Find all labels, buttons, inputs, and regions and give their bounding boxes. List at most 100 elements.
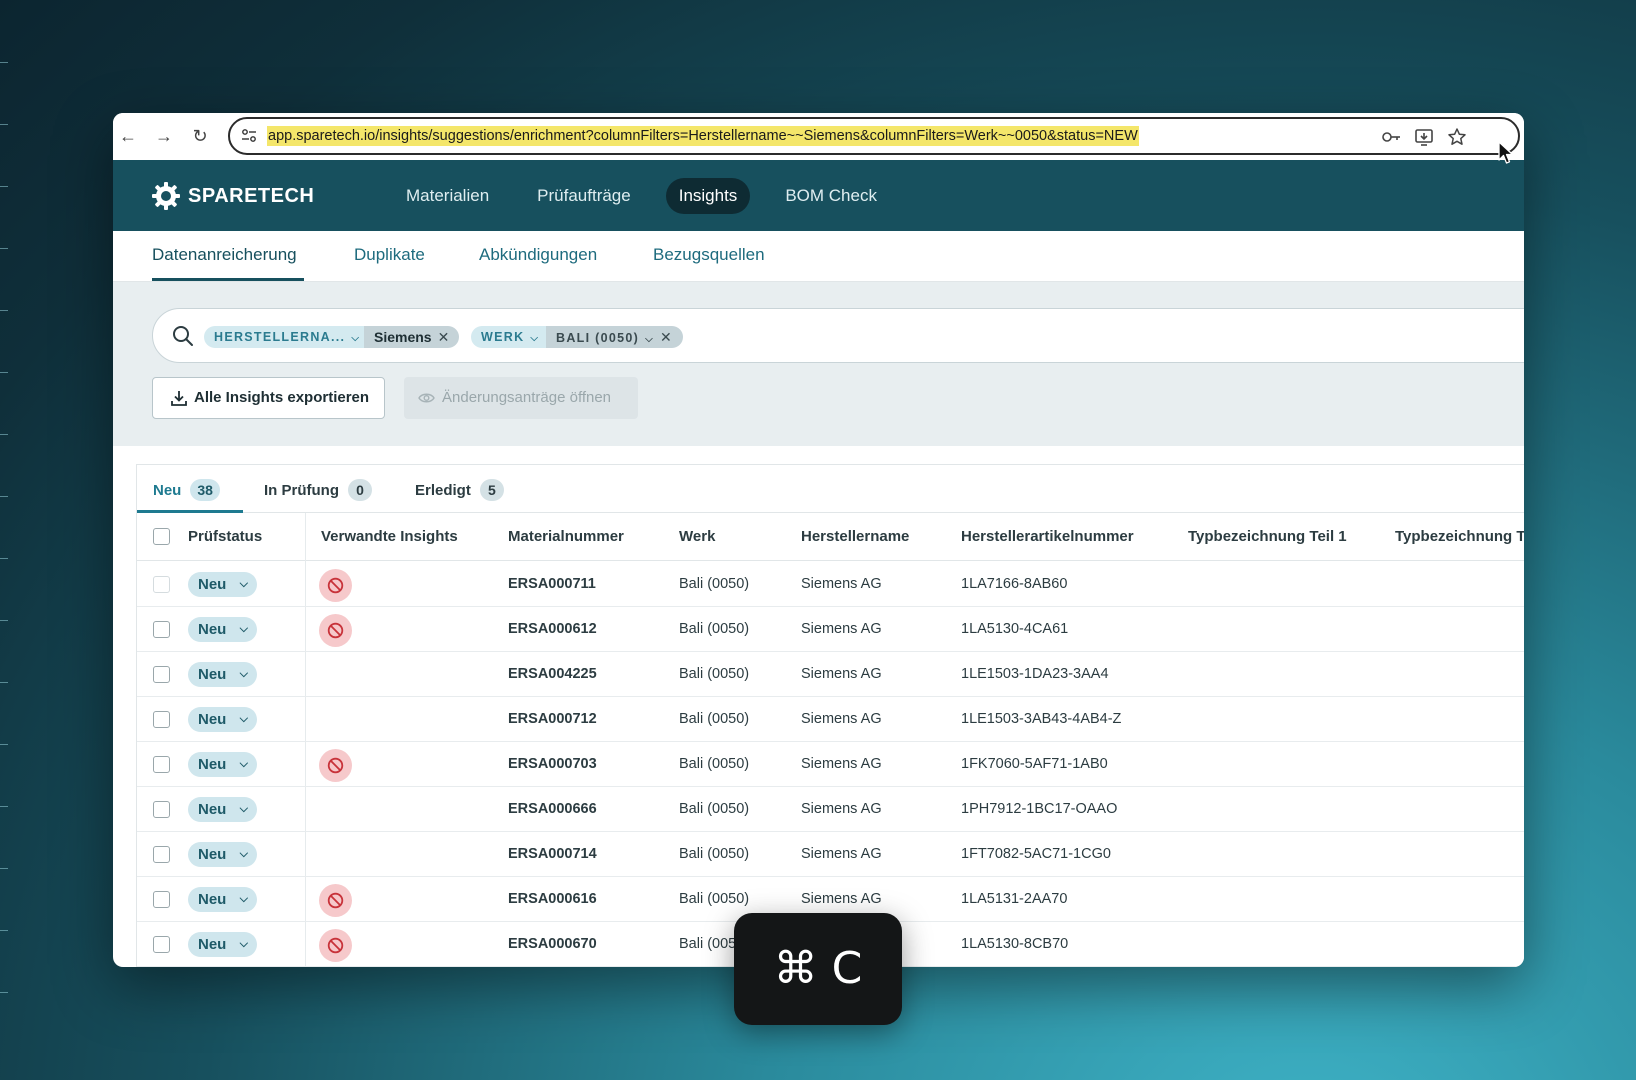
chevron-down-icon: ⌵ — [239, 938, 248, 950]
insights-table: Neu 38 In Prüfung 0 Erledigt 5 Prüfstatus V… — [136, 464, 1524, 967]
manufacturer-cell: Siemens AG — [801, 576, 882, 592]
manufacturer-cell: Siemens AG — [801, 711, 882, 727]
status-tab-erledigt[interactable]: Erledigt 5 — [415, 479, 504, 501]
werk-cell: Bali (0050) — [679, 891, 750, 907]
select-all-checkbox[interactable] — [153, 528, 170, 545]
filter-value-label: Siemens — [374, 329, 432, 345]
status-dropdown[interactable]: Neu ⌵ — [188, 572, 257, 597]
status-dropdown[interactable]: Neu ⌵ — [188, 797, 257, 822]
reload-icon[interactable]: ↻ — [189, 125, 211, 147]
column-header[interactable]: Herstellerartikelnummer — [961, 528, 1134, 545]
row-checkbox[interactable] — [153, 846, 170, 863]
status-dropdown[interactable]: Neu ⌵ — [188, 617, 257, 642]
blocked-icon[interactable] — [319, 929, 352, 962]
filter-chip-herstellername-key[interactable]: HERSTELLERNA... ⌵ — [204, 326, 364, 348]
article-number-cell: 1LE1503-1DA23-3AA4 — [961, 666, 1109, 682]
manufacturer-cell: Siemens AG — [801, 891, 882, 907]
table-row[interactable]: Neu ⌵ ERSA000612 Bali (0050) Siemens AG 1LA51… — [137, 607, 1524, 652]
row-checkbox[interactable] — [153, 801, 170, 818]
nav-bom-check[interactable]: BOM Check — [772, 178, 890, 214]
nav-materialien[interactable]: Materialien — [393, 178, 502, 214]
filter-chip-werk-key[interactable]: WERK ⌵ — [471, 326, 546, 348]
status-dropdown[interactable]: Neu ⌵ — [188, 662, 257, 687]
table-row[interactable]: Neu ⌵ ERSA000714 Bali (0050) Siemens AG 1FT70… — [137, 832, 1524, 877]
filter-chip-herstellername-value[interactable]: Siemens ✕ — [364, 326, 460, 348]
close-icon[interactable]: ✕ — [660, 329, 673, 345]
column-header[interactable]: Typbezeichnung Teil 1 — [1188, 528, 1347, 545]
tab-bezugsquellen[interactable]: Bezugsquellen — [653, 245, 765, 265]
column-header[interactable]: Werk — [679, 528, 715, 545]
blocked-icon[interactable] — [319, 884, 352, 917]
status-tab-in-pruefung[interactable]: In Prüfung 0 — [264, 479, 372, 501]
arrow-right-icon[interactable]: → — [153, 125, 175, 147]
table-row[interactable]: Neu ⌵ ERSA000711 Bali (0050) Siemens AG 1LA71… — [137, 562, 1524, 607]
address-bar[interactable]: app.sparetech.io/insights/suggestions/en… — [228, 117, 1520, 155]
nav-pruefauftraege[interactable]: Prüfaufträge — [524, 178, 644, 214]
status-tab-label: Erledigt — [415, 481, 471, 499]
status-tab-label: In Prüfung — [264, 481, 339, 499]
row-checkbox[interactable] — [153, 621, 170, 638]
row-checkbox[interactable] — [153, 576, 170, 593]
tab-duplikate[interactable]: Duplikate — [354, 245, 425, 265]
export-all-insights-button[interactable]: Alle Insights exportieren — [152, 377, 385, 419]
chevron-down-icon: ⌵ — [239, 758, 248, 770]
manufacturer-cell: Siemens AG — [801, 666, 882, 682]
row-checkbox[interactable] — [153, 666, 170, 683]
url-text[interactable]: app.sparetech.io/insights/suggestions/en… — [267, 126, 1139, 146]
mouse-cursor-icon — [1498, 141, 1514, 164]
star-icon[interactable] — [1446, 126, 1468, 148]
column-header[interactable]: Prüfstatus — [188, 528, 262, 545]
column-header[interactable]: Verwandte Insights — [321, 528, 458, 545]
werk-cell: Bali (0050) — [679, 711, 750, 727]
chevron-down-icon: ⌵ — [645, 334, 654, 345]
filter-chip-werk-value[interactable]: BALI (0050) ⌵ ✕ — [546, 326, 683, 348]
column-header[interactable]: Herstellername — [801, 528, 909, 545]
status-label: Neu — [198, 846, 227, 863]
logo[interactable]: SPARETECH — [151, 181, 314, 211]
chevron-down-icon: ⌵ — [239, 713, 248, 725]
search-input[interactable]: HERSTELLERNA... ⌵ Siemens ✕ WERK ⌵ BALI (00… — [152, 308, 1524, 363]
status-tab-neu[interactable]: Neu 38 — [153, 479, 220, 501]
blocked-icon[interactable] — [319, 614, 352, 647]
column-header[interactable]: Materialnummer — [508, 528, 624, 545]
tab-abkuendigungen[interactable]: Abkündigungen — [479, 245, 597, 265]
row-checkbox[interactable] — [153, 891, 170, 908]
install-app-icon[interactable] — [1413, 126, 1435, 148]
column-header[interactable]: Typbezeichnung T — [1395, 528, 1524, 545]
blocked-icon[interactable] — [319, 749, 352, 782]
status-dropdown[interactable]: Neu ⌵ — [188, 887, 257, 912]
tab-datenanreicherung[interactable]: Datenanreicherung — [152, 245, 297, 265]
status-label: Neu — [198, 666, 227, 683]
export-label: Alle Insights exportieren — [194, 389, 370, 406]
manufacturer-cell: Siemens AG — [801, 756, 882, 772]
close-icon[interactable]: ✕ — [438, 329, 450, 345]
status-dropdown[interactable]: Neu ⌵ — [188, 932, 257, 957]
status-dropdown[interactable]: Neu ⌵ — [188, 707, 257, 732]
table-row[interactable]: Neu ⌵ ERSA004225 Bali (0050) Siemens AG 1LE15… — [137, 652, 1524, 697]
status-dropdown[interactable]: Neu ⌵ — [188, 752, 257, 777]
site-settings-icon[interactable] — [240, 127, 258, 145]
row-checkbox[interactable] — [153, 756, 170, 773]
insights-sub-tabs: Datenanreicherung Duplikate Abkündigunge… — [113, 231, 1524, 282]
row-checkbox[interactable] — [153, 936, 170, 953]
table-row[interactable]: Neu ⌵ ERSA000703 Bali (0050) Siemens AG 1FK70… — [137, 742, 1524, 787]
arrow-left-icon[interactable]: ← — [117, 125, 139, 147]
chevron-down-icon: ⌵ — [239, 803, 248, 815]
row-checkbox[interactable] — [153, 711, 170, 728]
blocked-icon[interactable] — [319, 569, 352, 602]
chevron-down-icon: ⌵ — [351, 333, 361, 344]
key-icon[interactable] — [1380, 126, 1402, 148]
article-number-cell: 1LA7166-8AB60 — [961, 576, 1068, 592]
open-change-requests-button[interactable]: Änderungsanträge öffnen — [404, 377, 638, 419]
status-label: Neu — [198, 711, 227, 728]
article-number-cell: 1LA5131-2AA70 — [961, 891, 1068, 907]
table-row[interactable]: Neu ⌵ ERSA000666 Bali (0050) Siemens AG 1PH79… — [137, 787, 1524, 832]
status-dropdown[interactable]: Neu ⌵ — [188, 842, 257, 867]
nav-insights[interactable]: Insights — [665, 178, 751, 214]
material-number: ERSA000712 — [508, 711, 597, 727]
status-label: Neu — [198, 576, 227, 593]
chevron-down-icon: ⌵ — [530, 333, 540, 344]
article-number-cell: 1LA5130-8CB70 — [961, 936, 1069, 952]
werk-cell: Bali (0050) — [679, 801, 750, 817]
table-row[interactable]: Neu ⌵ ERSA000712 Bali (0050) Siemens AG 1LE15… — [137, 697, 1524, 742]
